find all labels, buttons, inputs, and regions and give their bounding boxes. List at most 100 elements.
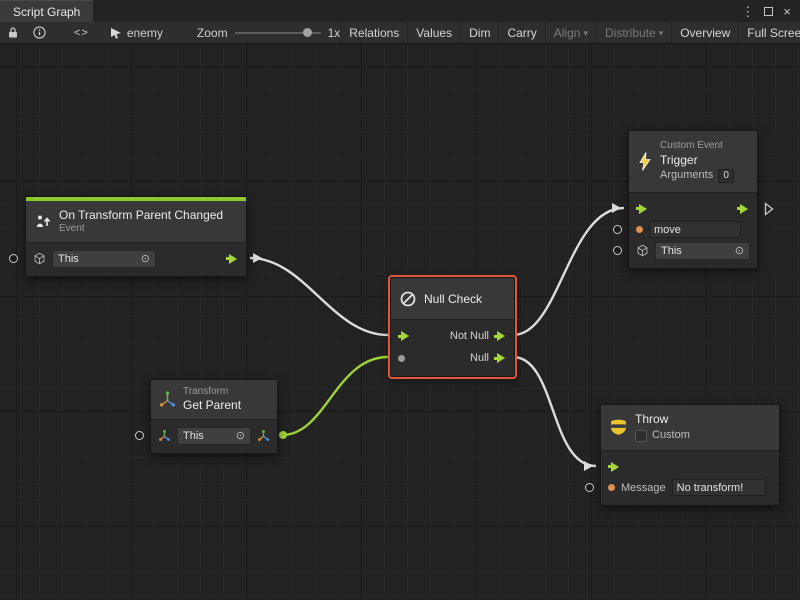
flow-input-port[interactable] <box>636 203 649 215</box>
flow-output-port[interactable] <box>737 203 750 215</box>
chevron-down-icon: ▾ <box>659 28 664 39</box>
window-menu-icon[interactable]: ⋮ <box>741 5 754 18</box>
target-field-value: This <box>58 253 79 265</box>
target-field-value: This <box>183 430 204 442</box>
flow-input-port[interactable] <box>608 461 621 473</box>
full-screen-button[interactable]: Full Screen <box>738 22 800 43</box>
custom-checkbox[interactable] <box>635 430 647 442</box>
cube-icon <box>33 252 46 265</box>
unconnected-port[interactable] <box>9 254 18 263</box>
node-get-parent[interactable]: Transform Get Parent This ⊙ <box>150 379 278 454</box>
toolbar-buttons: Relations Values Dim Carry Align▾ Distri… <box>340 22 800 43</box>
target-field-value: This <box>661 245 682 257</box>
relations-button-label: Relations <box>349 26 399 40</box>
event-name-input[interactable] <box>649 221 741 238</box>
wire-null-to-throw[interactable] <box>513 357 596 466</box>
tab-script-graph[interactable]: Script Graph <box>0 0 93 22</box>
relations-button[interactable]: Relations <box>340 22 407 43</box>
wire-event-to-nullcheck[interactable] <box>250 258 388 335</box>
node-trigger-custom-event[interactable]: Custom Event Trigger Arguments 0 <box>628 130 758 269</box>
align-button-label: Align <box>554 26 581 40</box>
tab-title: Script Graph <box>13 5 80 19</box>
node-category: Transform <box>183 386 241 399</box>
name-input-port[interactable] <box>636 226 643 233</box>
unconnected-flow-port[interactable] <box>764 202 774 221</box>
carry-button[interactable]: Carry <box>498 22 544 43</box>
arguments-count-field[interactable]: 0 <box>718 169 734 183</box>
target-field[interactable]: This ⊙ <box>177 427 251 445</box>
unconnected-port[interactable] <box>585 483 594 492</box>
custom-checkbox-label: Custom <box>652 429 690 443</box>
transform-icon <box>159 391 176 408</box>
window-close-icon[interactable]: × <box>783 5 791 18</box>
lock-button[interactable] <box>0 22 26 43</box>
graph-canvas[interactable]: On Transform Parent Changed Event This ⊙ <box>0 44 800 600</box>
node-title: Trigger <box>660 153 734 168</box>
transform-icon <box>158 429 171 442</box>
object-picker-icon: ⊙ <box>141 252 150 265</box>
node-on-transform-parent-changed[interactable]: On Transform Parent Changed Event This ⊙ <box>25 196 247 277</box>
window-tab-bar: Script Graph ⋮ × <box>0 0 800 22</box>
unconnected-port[interactable] <box>613 246 622 255</box>
flow-input-port[interactable] <box>398 330 411 342</box>
message-input[interactable] <box>672 479 766 496</box>
transform-output-port[interactable] <box>257 429 270 442</box>
unconnected-port[interactable] <box>135 431 144 440</box>
full-screen-button-label: Full Screen <box>747 26 800 40</box>
transform-input-port[interactable] <box>158 429 171 442</box>
null-output-port[interactable] <box>494 352 507 364</box>
message-input-port[interactable] <box>608 484 615 491</box>
dim-button[interactable]: Dim <box>460 22 498 43</box>
overview-button-label: Overview <box>680 26 730 40</box>
object-picker-icon: ⊙ <box>735 244 744 257</box>
wire-arrowhead-icon <box>612 203 621 213</box>
align-button[interactable]: Align▾ <box>545 22 596 43</box>
node-title: Throw <box>635 412 690 427</box>
distribute-button[interactable]: Distribute▾ <box>596 22 671 43</box>
wire-start-dot-icon <box>279 431 287 439</box>
node-null-check[interactable]: Null Check Not Null Null <box>390 277 515 377</box>
node-throw[interactable]: Throw Custom Message <box>600 404 780 506</box>
values-button-label: Values <box>416 26 452 40</box>
code-view-button[interactable]: <> <box>67 22 96 43</box>
chevron-down-icon: ▾ <box>583 28 588 39</box>
hollow-triangle-icon <box>764 202 774 216</box>
target-field[interactable]: This ⊙ <box>52 250 156 268</box>
message-label: Message <box>621 482 666 494</box>
zoom-slider[interactable] <box>235 32 321 34</box>
graph-name-label: enemy <box>127 26 163 40</box>
wire-arrowhead-icon <box>584 461 593 471</box>
target-input-port[interactable] <box>33 252 46 265</box>
lock-icon <box>7 26 19 39</box>
window-maximize-icon[interactable] <box>764 7 773 16</box>
unconnected-port[interactable] <box>613 225 622 234</box>
transform-parent-changed-icon <box>34 213 52 231</box>
flow-output-port[interactable] <box>226 253 239 265</box>
node-category: Custom Event <box>660 140 734 153</box>
wire-arrowhead-icon <box>253 253 262 263</box>
code-view-icon: <> <box>74 27 89 39</box>
node-title: Get Parent <box>183 398 241 413</box>
arguments-label: Arguments <box>660 169 713 183</box>
node-title: Null Check <box>424 292 482 306</box>
not-null-output-port[interactable] <box>494 330 507 342</box>
node-title: On Transform Parent Changed <box>59 208 223 223</box>
distribute-button-label: Distribute <box>605 26 656 40</box>
wire-getparent-to-nullcheck[interactable] <box>282 357 388 435</box>
not-null-port-label: Not Null <box>450 330 489 342</box>
info-button[interactable] <box>26 22 53 43</box>
carry-button-label: Carry <box>507 26 536 40</box>
wire-notnull-to-customevent[interactable] <box>513 208 624 335</box>
graph-asset[interactable]: enemy <box>110 26 163 40</box>
value-input-port[interactable] <box>398 355 405 362</box>
zoom-control: Zoom 1x <box>197 26 340 40</box>
zoom-slider-handle[interactable] <box>303 28 312 37</box>
lightning-icon <box>637 151 653 172</box>
target-field[interactable]: This ⊙ <box>655 242 750 260</box>
zoom-value: 1x <box>328 26 341 40</box>
values-button[interactable]: Values <box>407 22 460 43</box>
throw-icon <box>609 419 628 436</box>
graph-toolbar: <> enemy Zoom 1x Relations Values Dim Ca… <box>0 22 800 44</box>
target-input-port[interactable] <box>636 244 649 257</box>
overview-button[interactable]: Overview <box>671 22 738 43</box>
